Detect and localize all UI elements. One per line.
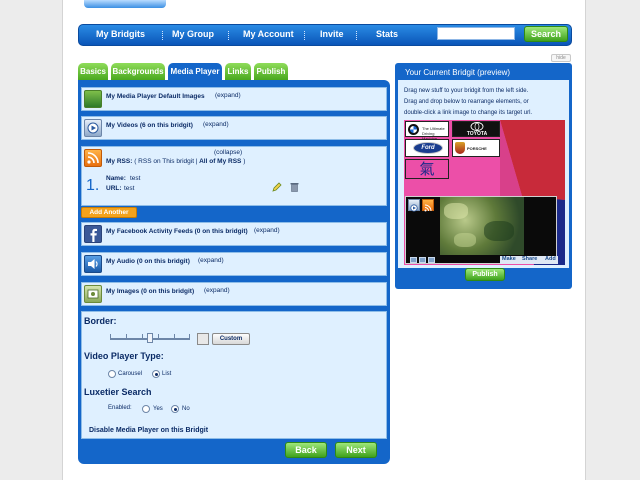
rss-title-prefix: My RSS: [106,158,133,165]
video-thumbnail[interactable] [440,197,524,255]
tab-media-player[interactable]: Media Player [168,63,222,80]
next-button[interactable]: Next [335,442,377,458]
enabled-label: Enabled: [108,405,132,411]
nav-separator [162,31,164,40]
ford-logo[interactable]: Ford [405,139,449,157]
border-slider[interactable] [110,333,190,343]
facebook-icon [84,225,102,243]
search-button[interactable]: Search [524,26,568,42]
section-title: My Audio (0 on this bridgit) [106,258,190,265]
luxetier-label: Luxetier Search [84,387,152,397]
rss-title-all-link[interactable]: All of My RSS [199,158,241,165]
rss-title-current[interactable]: ( RSS on This bridgit | [134,158,197,165]
expand-link[interactable]: (expand) [254,227,280,234]
section-videos[interactable]: My Videos (6 on this bridgit) (expand) [81,116,387,140]
rss-title: My RSS: ( RSS on This bridgit | All of M… [106,158,245,165]
rss-name-label: Name: [106,175,126,182]
photo-icon [84,285,102,303]
trash-icon[interactable] [290,179,299,197]
back-button[interactable]: Back [285,442,327,458]
add-button[interactable]: Add [545,256,556,262]
nav-my-group[interactable]: My Group [172,29,214,39]
rss-name-value: test [130,175,141,182]
section-title: My Images (0 on this bridgit) [106,288,195,295]
border-color-swatch[interactable] [197,333,209,345]
player-settings: Border: Custom Video Player Type: Carous… [81,311,387,439]
player-action-bar: Make Share Add [500,256,558,264]
video-icon[interactable] [408,199,420,212]
edit-pencil-icon[interactable] [272,179,282,197]
preview-instruction: Drag and drop below to rearrange element… [404,99,529,105]
player-prev-icon[interactable] [410,257,417,263]
section-audio[interactable]: My Audio (0 on this bridgit) (expand) [81,252,387,276]
nav-separator [304,31,306,40]
video-icon [84,119,102,137]
hide-preview-button[interactable]: hide [551,54,571,62]
tab-backgrounds[interactable]: Backgrounds [111,63,165,80]
disable-media-player-link[interactable]: Disable Media Player on this Bridgit [89,427,208,434]
player-type-label: Video Player Type: [84,351,164,361]
list-label: List [162,371,172,377]
rss-icon[interactable] [422,199,434,212]
make-button[interactable]: Make [502,256,516,262]
expand-link[interactable]: (expand) [204,287,230,294]
section-facebook[interactable]: My Facebook Activity Feeds (0 on this br… [81,222,387,246]
bmw-logo[interactable]: The Ultimate Driving Machine [405,121,449,141]
image-icon [84,90,102,108]
border-label: Border: [84,316,117,326]
porsche-logo[interactable]: PORSCHE [452,139,500,157]
player-next-icon[interactable] [428,257,435,263]
rss-url-value: test [124,185,135,192]
nav-my-account[interactable]: My Account [243,29,294,39]
radio-carousel[interactable] [108,370,116,378]
preview-instruction: double-click a link image to change its … [404,110,533,116]
chinese-character-logo[interactable]: 氣 [405,159,449,179]
tab-publish[interactable]: Publish [254,63,288,80]
player-play-icon[interactable] [419,257,426,263]
tab-links[interactable]: Links [225,63,251,80]
bridgit-canvas[interactable]: The Ultimate Driving Machine TOYOTA Ford… [404,120,565,265]
tab-basics[interactable]: Basics [78,63,108,80]
no-label: No [182,406,190,412]
yes-label: Yes [153,406,163,412]
custom-button[interactable]: Custom [212,333,250,345]
add-another-button[interactable]: Add Another [81,207,137,218]
rss-icon [84,149,102,167]
section-title: My Facebook Activity Feeds (0 on this br… [106,228,248,235]
nav-invite[interactable]: Invite [320,29,344,39]
publish-button[interactable]: Publish [465,268,505,281]
radio-list[interactable] [152,370,160,378]
speaker-icon [84,255,102,273]
preview-instruction: Drag new stuff to your bridgit from the … [404,88,529,94]
section-title: My Videos (6 on this bridgit) [106,122,193,129]
bridgit-logo[interactable] [84,0,166,8]
toyota-logo[interactable]: TOYOTA [452,121,500,137]
search-input[interactable] [437,27,515,40]
rss-title-end: ) [243,158,246,165]
section-default-images[interactable]: My Media Player Default Images (expand) [81,87,387,111]
media-player-widget[interactable]: Make Share Add [405,196,558,264]
expand-link[interactable]: (expand) [198,257,224,264]
section-rss: (collapse) My RSS: ( RSS on This bridgit… [81,146,387,206]
slider-handle[interactable] [147,333,153,343]
section-title: My Media Player Default Images [106,93,205,100]
carousel-label: Carousel [118,371,143,377]
preview-title: Your Current Bridgit (preview) [405,68,511,77]
rss-url-label: URL: [106,185,122,192]
radio-no[interactable] [171,405,179,413]
collapse-link[interactable]: (collapse) [214,149,242,156]
expand-link[interactable]: (expand) [203,121,229,128]
expand-link[interactable]: (expand) [215,92,241,99]
section-images[interactable]: My Images (0 on this bridgit) (expand) [81,282,387,306]
radio-yes[interactable] [142,405,150,413]
nav-separator [356,31,358,40]
nav-stats[interactable]: Stats [376,29,398,39]
nav-my-bridgits[interactable]: My Bridgits [96,29,145,39]
rss-item-number: 1. [86,177,100,194]
nav-separator [228,31,230,40]
share-button[interactable]: Share [522,256,537,262]
